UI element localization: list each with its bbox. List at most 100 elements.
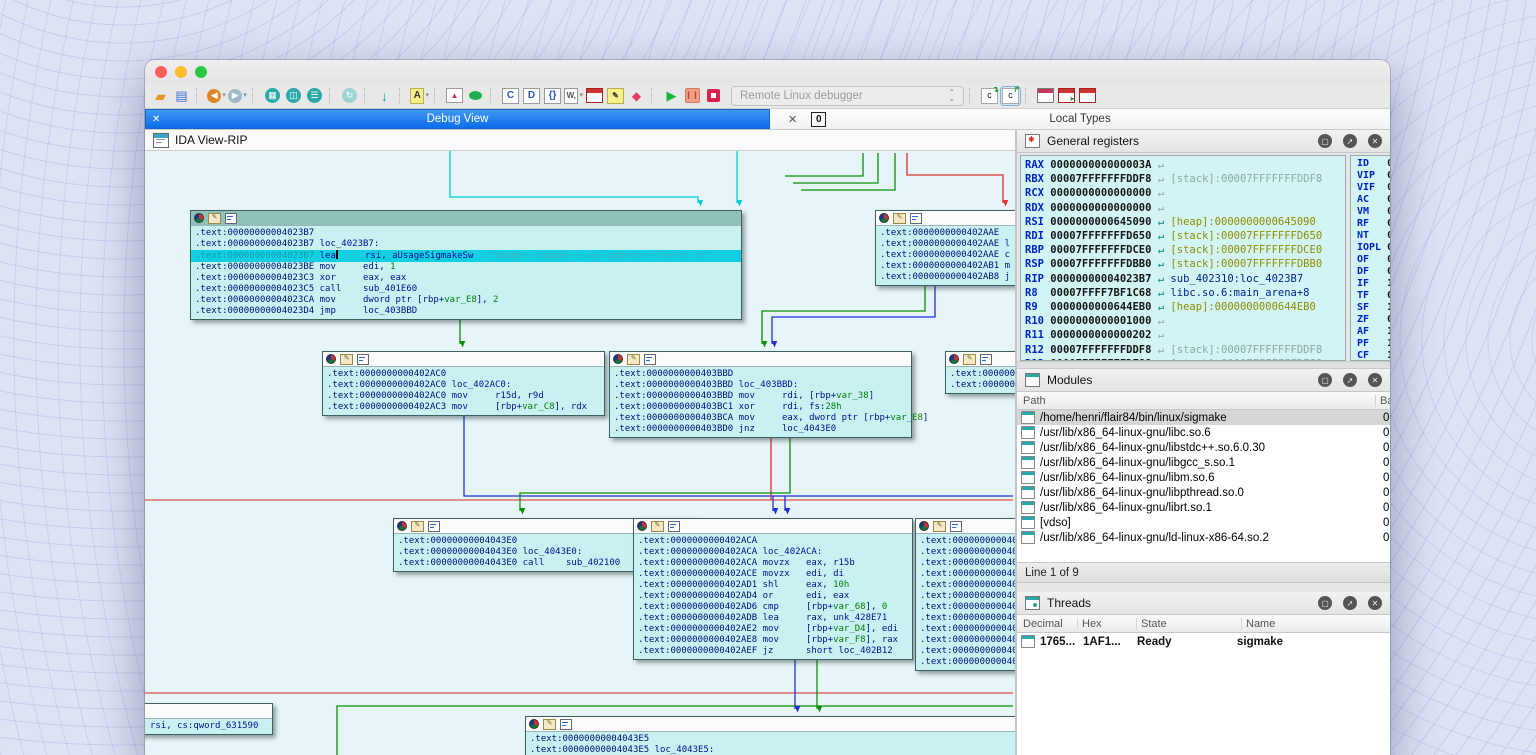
block-chart-icon[interactable] <box>980 354 992 365</box>
block-chart-icon[interactable] <box>910 213 922 224</box>
disasm-line[interactable]: .text:000000000040 <box>916 547 1015 558</box>
flag-row-ac[interactable]: AC 0 <box>1357 194 1390 206</box>
disasm-line[interactable]: .text:0000000000402AB8 j <box>876 272 1015 283</box>
disasm-line[interactable]: .text:00000000004023B7 <box>191 228 741 239</box>
flag-row-vif[interactable]: VIF 0 <box>1357 182 1390 194</box>
registers-list[interactable]: RAX 000000000000003A ↵ RBX 00007FFFFFFFD… <box>1020 155 1346 361</box>
view-list-icon[interactable]: ☰ <box>305 87 324 105</box>
view-columns-icon[interactable]: ◫ <box>284 87 303 105</box>
breakpoint-group-icon[interactable] <box>637 521 647 531</box>
disasm-line-current[interactable]: .text:00000000004023B7 lea rsi, aUsageSi… <box>191 250 741 262</box>
ellipse-tool-icon[interactable] <box>466 87 485 105</box>
panel-close-icon[interactable]: ✕ <box>1368 373 1382 387</box>
breakpoint-group-icon[interactable] <box>194 213 204 223</box>
disasm-line[interactable]: .text:00000000004023C5 call sub_401E60 <box>191 284 741 295</box>
disasm-line[interactable]: .text:000000000040 <box>916 613 1015 624</box>
block-title-bar[interactable]: ✎ <box>634 519 912 534</box>
follow-icon[interactable]: ↵ <box>1151 287 1170 299</box>
follow-icon[interactable]: ↵ <box>1151 344 1170 356</box>
follow-icon[interactable]: ↵ <box>1151 202 1170 214</box>
threads-column-state[interactable]: State <box>1136 618 1241 630</box>
disasm-line[interactable]: .text:000000000040 <box>916 591 1015 602</box>
disasm-line[interactable]: .text:0000000000403BCA mov eax, dword pt… <box>610 413 911 424</box>
disasm-line[interactable]: .text:0000000000402AE2 mov [rbp+var_D4],… <box>634 624 912 635</box>
threads-column-hex[interactable]: Hex <box>1077 618 1136 630</box>
block-title-bar[interactable]: ✎ <box>876 211 1015 226</box>
modules-column-header[interactable]: Path Base <box>1017 392 1390 410</box>
basic-block-403BBD[interactable]: ✎.text:0000000000403BBD.text:00000000004… <box>609 351 912 438</box>
disasm-line[interactable]: .text:0000000000402AB1 m <box>876 261 1015 272</box>
disasm-line[interactable]: rsi, cs:qword_631590 <box>145 721 272 732</box>
follow-icon[interactable]: ↵ <box>1151 230 1170 242</box>
breakpoint-group-icon[interactable] <box>397 521 407 531</box>
traffic-light-minimize-icon[interactable] <box>175 66 187 78</box>
threads-column-name[interactable]: Name <box>1241 618 1275 630</box>
traffic-light-zoom-icon[interactable] <box>195 66 207 78</box>
basic-block-4043E5[interactable]: ✎.text:00000000004043E5.text:00000000004… <box>525 716 1015 755</box>
register-row-rsi[interactable]: RSI 0000000000645090 ↵ [heap]:0000000000… <box>1025 215 1345 229</box>
block-title-bar[interactable]: ✎ <box>526 717 1015 732</box>
breakpoint-group-icon[interactable] <box>879 213 889 223</box>
edit-block-icon[interactable]: ✎ <box>411 521 424 532</box>
edit-block-icon[interactable]: ✎ <box>208 213 221 224</box>
disasm-line[interactable]: .text:000000000040 <box>916 635 1015 646</box>
disasm-line[interactable]: .text:0000000000403BBD loc_403BBD: <box>610 380 911 391</box>
block-chart-icon[interactable] <box>225 213 237 224</box>
flag-row-pf[interactable]: PF 1 <box>1357 338 1390 350</box>
disasm-line[interactable]: .text:0000000000403BC1 xor rdi, fs:28h <box>610 402 911 413</box>
module-row[interactable]: /usr/lib/x86_64-linux-gnu/libpthread.so.… <box>1017 485 1390 500</box>
block-chart-icon[interactable] <box>668 521 680 532</box>
edit-block-icon[interactable]: ✎ <box>543 719 556 730</box>
breakpoint-window-icon[interactable] <box>585 87 604 105</box>
calls-c-icon[interactable]: C <box>501 87 520 105</box>
disasm-line[interactable]: .text:0000000000402AC0 mov r15d, r9d <box>323 391 604 402</box>
text-search-icon[interactable]: A▾ <box>410 87 429 105</box>
tab-local-types[interactable]: Local Types <box>770 113 1390 125</box>
register-row-rsp[interactable]: RSP 00007FFFFFFFDBB0 ↵ [stack]:00007FFFF… <box>1025 257 1345 271</box>
thread-row[interactable]: 1765...1AF1...Readysigmake <box>1017 633 1390 650</box>
register-row-r12[interactable]: R12 00007FFFFFFFDDF8 ↵ [stack]:00007FFFF… <box>1025 343 1345 357</box>
stack-view-icon[interactable] <box>1036 87 1055 105</box>
panel-float-icon[interactable]: ➚ <box>1343 596 1357 610</box>
follow-icon[interactable]: ↵ <box>1151 187 1170 199</box>
module-row[interactable]: /usr/lib/x86_64-linux-gnu/libm.so.60 <box>1017 470 1390 485</box>
disasm-line[interactable]: .text:00000000004023CA mov dword ptr [rb… <box>191 295 741 306</box>
follow-icon[interactable]: ↵ <box>1151 244 1170 256</box>
block-title-bar[interactable]: ✎ <box>946 352 1015 367</box>
disasm-line[interactable]: .text:0000000000402AD4 or edi, eax <box>634 591 912 602</box>
module-row[interactable]: [vdso]0 <box>1017 515 1390 530</box>
flag-row-iopl[interactable]: IOPL 0 <box>1357 242 1390 254</box>
follow-icon[interactable]: ↵ <box>1151 173 1170 185</box>
window-titlebar[interactable] <box>145 60 1390 83</box>
threads-list[interactable]: 1765...1AF1...Readysigmake <box>1017 633 1390 755</box>
disasm-line[interactable]: .text:0000000000402AC0 <box>323 369 604 380</box>
diamond-marker-icon[interactable]: ◆ <box>627 87 646 105</box>
register-row-rbx[interactable]: RBX 00007FFFFFFFDDF8 ↵ [stack]:00007FFFF… <box>1025 172 1345 186</box>
disasm-line[interactable]: .text:0000000000402ACE movzx edi, di <box>634 569 912 580</box>
disasm-line[interactable]: .text:0000000000402AC0 loc_402AC0: <box>323 380 604 391</box>
open-file-icon[interactable]: ▰ <box>151 87 170 105</box>
block-chart-icon[interactable] <box>357 354 369 365</box>
register-row-rax[interactable]: RAX 000000000000003A ↵ <box>1025 158 1345 172</box>
stop-icon[interactable] <box>704 87 723 105</box>
breakpoints-list-icon[interactable] <box>1078 87 1097 105</box>
threads-column-decimal[interactable]: Decimal <box>1017 618 1077 630</box>
breakpoint-group-icon[interactable] <box>919 521 929 531</box>
module-row[interactable]: /usr/lib/x86_64-linux-gnu/libstdc++.so.6… <box>1017 440 1390 455</box>
calls-braces-icon[interactable]: {} <box>543 87 562 105</box>
panel-dock-icon[interactable]: ▢ <box>1318 373 1332 387</box>
pause-icon[interactable]: ❙❙ <box>683 87 702 105</box>
step-over-icon[interactable]: c↱ <box>1001 87 1020 105</box>
panel-close-icon[interactable]: ✕ <box>1368 596 1382 610</box>
module-row[interactable]: /usr/lib/x86_64-linux-gnu/ld-linux-x86-6… <box>1017 530 1390 545</box>
disasm-line[interactable]: .text:0000000000402AAE <box>876 228 1015 239</box>
step-into-icon[interactable]: c↴ <box>980 87 999 105</box>
flag-row-tf[interactable]: TF 0 <box>1357 290 1390 302</box>
nav-back-icon[interactable]: ◀▾ <box>207 87 226 105</box>
module-row[interactable]: /usr/lib/x86_64-linux-gnu/libc.so.60 <box>1017 425 1390 440</box>
panel-splitter[interactable] <box>1017 583 1390 592</box>
modules-base-column[interactable]: Base <box>1375 395 1390 407</box>
flag-row-of[interactable]: OF 0 <box>1357 254 1390 266</box>
run-icon[interactable]: ▶ <box>662 87 681 105</box>
register-row-rbp[interactable]: RBP 00007FFFFFFFDCE0 ↵ [stack]:00007FFFF… <box>1025 243 1345 257</box>
